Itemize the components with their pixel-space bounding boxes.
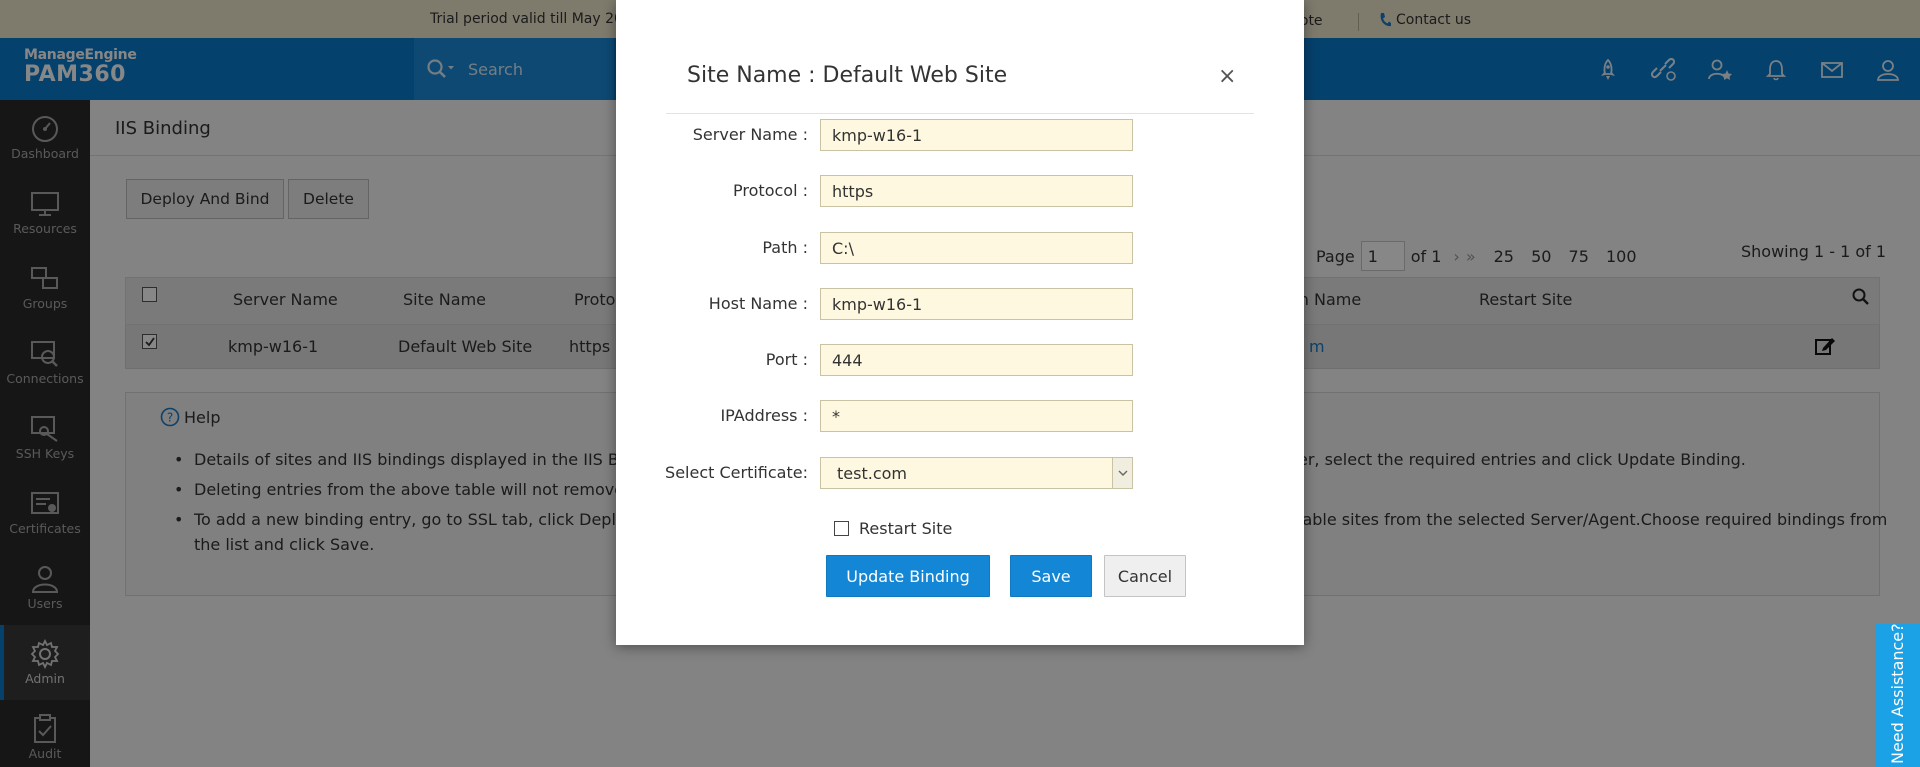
certificate-row: Select Certificate: test.com [616, 457, 1304, 489]
protocol-label: Protocol : [733, 181, 808, 200]
need-assistance-label: Need Assistance? [1888, 623, 1907, 764]
port-field[interactable]: 444 [820, 344, 1133, 376]
port-row: Port : 444 [616, 344, 1304, 376]
dialog-title: Site Name : Default Web Site [687, 63, 1008, 88]
host-name-row: Host Name : kmp-w16-1 [616, 288, 1304, 320]
close-icon[interactable]: × [1218, 64, 1236, 89]
save-button[interactable]: Save [1010, 555, 1092, 597]
update-binding-button[interactable]: Update Binding [826, 555, 990, 597]
chevron-down-icon[interactable] [1112, 458, 1132, 488]
server-name-field[interactable]: kmp-w16-1 [820, 119, 1133, 151]
host-name-label: Host Name : [708, 294, 808, 313]
edit-binding-dialog: Site Name : Default Web Site × Server Na… [616, 0, 1304, 645]
protocol-field[interactable]: https [820, 175, 1133, 207]
cancel-button[interactable]: Cancel [1104, 555, 1186, 597]
restart-site-checkbox[interactable] [834, 521, 849, 536]
dialog-divider [666, 113, 1254, 114]
server-name-label: Server Name : [692, 125, 808, 144]
ip-address-row: IPAddress : * [616, 400, 1304, 432]
certificate-label: Select Certificate: [665, 463, 808, 482]
port-label: Port : [765, 350, 808, 369]
path-label: Path : [762, 238, 808, 257]
server-name-row: Server Name : kmp-w16-1 [616, 119, 1304, 151]
path-row: Path : C:\ [616, 232, 1304, 264]
ip-address-label: IPAddress : [720, 406, 808, 425]
ip-address-field[interactable]: * [820, 400, 1133, 432]
host-name-field[interactable]: kmp-w16-1 [820, 288, 1133, 320]
path-field[interactable]: C:\ [820, 232, 1133, 264]
restart-site-label: Restart Site [859, 519, 953, 538]
protocol-row: Protocol : https [616, 175, 1304, 207]
certificate-selected-value: test.com [837, 463, 907, 483]
restart-site-option[interactable]: Restart Site [834, 519, 952, 538]
need-assistance-tab[interactable]: Need Assistance? [1876, 623, 1920, 767]
certificate-select[interactable]: test.com [820, 457, 1133, 489]
